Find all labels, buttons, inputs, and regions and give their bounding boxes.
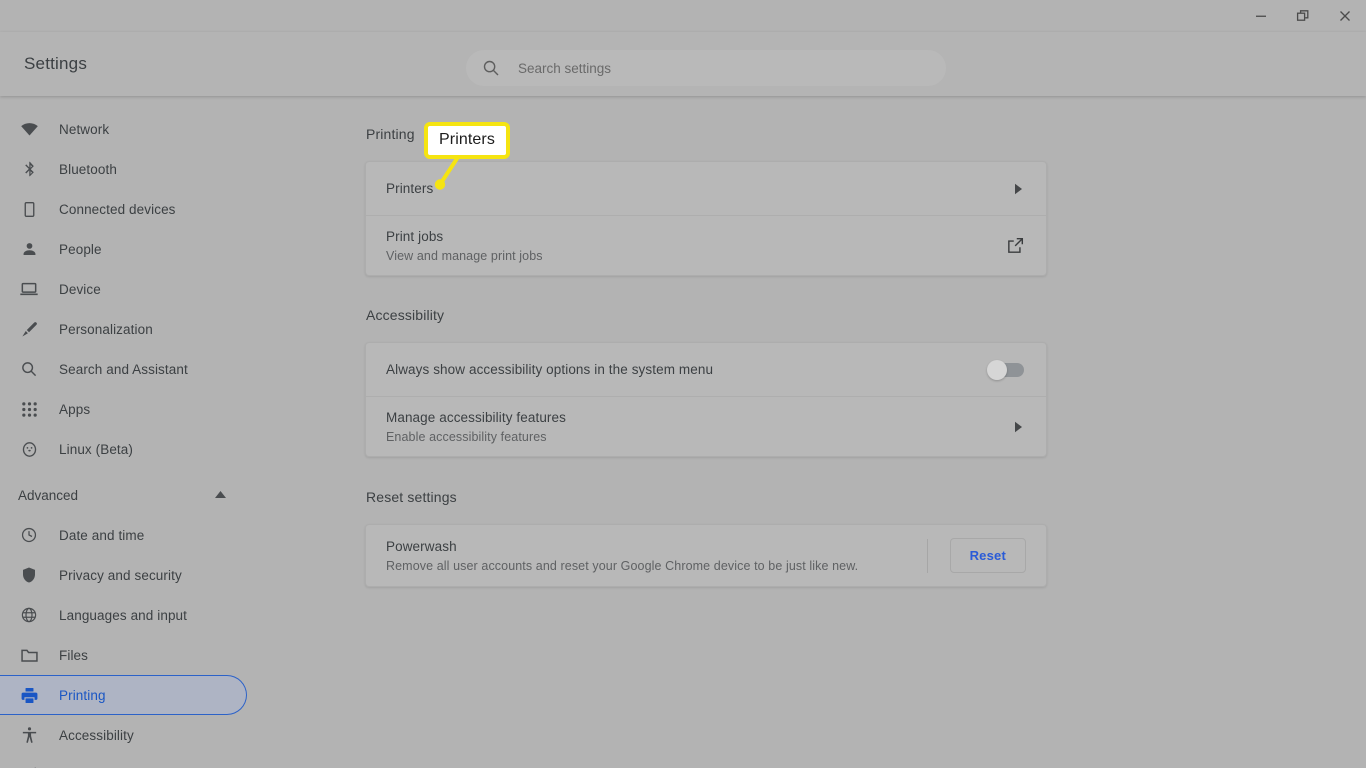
sidebar-item-label: Bluetooth	[59, 161, 117, 177]
folder-icon	[18, 644, 40, 666]
row-subtitle: Remove all user accounts and reset your …	[386, 558, 859, 573]
sidebar-item-label: Accessibility	[59, 727, 134, 743]
sidebar-item-label: Files	[59, 647, 89, 663]
sidebar-item-files[interactable]: Files	[0, 635, 300, 675]
maximize-icon[interactable]	[1282, 0, 1324, 32]
search-input[interactable]	[518, 60, 898, 76]
sidebar-item-privacy-and-security[interactable]: Privacy and security	[0, 555, 300, 595]
sidebar-item-label: Languages and input	[59, 607, 188, 623]
sidebar[interactable]: Network Bluetooth Connected devices Peop…	[0, 97, 300, 768]
row-title: Manage accessibility features	[386, 409, 566, 425]
sidebar-item-date-and-time[interactable]: Date and time	[0, 515, 300, 555]
sidebar-item-bluetooth[interactable]: Bluetooth	[0, 149, 300, 189]
accessibility-icon	[18, 724, 40, 746]
sidebar-item-reset-settings[interactable]: Reset settings	[0, 755, 300, 768]
sidebar-item-network[interactable]: Network	[0, 109, 300, 149]
row-powerwash: Powerwash Remove all user accounts and r…	[366, 525, 1046, 586]
annotation-callout: Printers	[424, 122, 510, 159]
external-link-icon[interactable]	[1006, 236, 1026, 256]
phone-icon	[18, 198, 40, 220]
sidebar-item-label: Linux (Beta)	[59, 441, 133, 457]
person-icon	[18, 238, 40, 260]
globe-icon	[18, 604, 40, 626]
sidebar-item-device[interactable]: Device	[0, 269, 300, 309]
search-icon	[18, 358, 40, 380]
sidebar-item-label: People	[59, 241, 102, 257]
sidebar-item-label: Printing	[59, 687, 106, 703]
page-title: Settings	[24, 54, 88, 73]
row-text: Manage accessibility features Enable acc…	[386, 410, 1010, 444]
toggle-knob	[987, 359, 1007, 380]
chevron-right-icon	[1010, 181, 1026, 197]
chevron-right-icon	[1010, 419, 1026, 435]
search-icon	[482, 59, 500, 77]
sidebar-item-personalization[interactable]: Personalization	[0, 309, 300, 349]
sidebar-advanced-toggle[interactable]: Advanced	[0, 475, 300, 515]
settings-window: Settings Network Bluetooth	[0, 0, 1366, 768]
main-content: Printing Printers Print jobs View and ma…	[300, 97, 1366, 768]
wifi-icon	[18, 118, 40, 140]
sidebar-item-label: Connected devices	[59, 201, 176, 217]
sidebar-item-people[interactable]: People	[0, 229, 300, 269]
sidebar-item-apps[interactable]: Apps	[0, 389, 300, 429]
sidebar-item-label: Apps	[59, 401, 91, 417]
chevron-up-icon	[200, 491, 240, 499]
row-subtitle: Enable accessibility features	[386, 429, 547, 444]
annotation-callout-label: Printers	[439, 131, 495, 148]
accessibility-options-toggle[interactable]	[987, 359, 1024, 380]
sidebar-item-label: Personalization	[59, 321, 153, 337]
row-print-jobs[interactable]: Print jobs View and manage print jobs	[366, 215, 1046, 275]
reset-settings-card: Powerwash Remove all user accounts and r…	[365, 524, 1047, 587]
callout-leader-line	[434, 155, 460, 190]
penguin-icon	[18, 438, 40, 460]
search-box[interactable]	[466, 50, 946, 86]
sidebar-item-label: Device	[59, 281, 101, 297]
shield-icon	[18, 564, 40, 586]
section-title-accessibility: Accessibility	[366, 307, 445, 323]
row-title: Powerwash	[386, 538, 457, 554]
sidebar-item-label: Date and time	[59, 527, 145, 543]
sidebar-advanced-label: Advanced	[18, 487, 79, 503]
reset-icon	[18, 764, 40, 768]
row-text: Powerwash Remove all user accounts and r…	[386, 539, 927, 573]
sidebar-item-accessibility[interactable]: Accessibility	[0, 715, 300, 755]
row-manage-accessibility-features[interactable]: Manage accessibility features Enable acc…	[366, 396, 1046, 456]
sidebar-item-search-and-assistant[interactable]: Search and Assistant	[0, 349, 300, 389]
laptop-icon	[18, 278, 40, 300]
minimize-icon[interactable]	[1240, 0, 1282, 32]
printer-icon	[18, 684, 40, 706]
close-icon[interactable]	[1324, 0, 1366, 32]
row-text: Print jobs View and manage print jobs	[386, 229, 1006, 263]
window-titlebar	[0, 0, 1366, 32]
accessibility-card: Always show accessibility options in the…	[365, 342, 1047, 457]
sidebar-item-connected-devices[interactable]: Connected devices	[0, 189, 300, 229]
sidebar-item-languages-and-input[interactable]: Languages and input	[0, 595, 300, 635]
sidebar-item-linux-beta[interactable]: Linux (Beta)	[0, 429, 300, 469]
sidebar-item-label: Network	[59, 121, 110, 137]
bluetooth-icon	[18, 158, 40, 180]
brush-icon	[18, 318, 40, 340]
row-title: Always show accessibility options in the…	[386, 362, 714, 377]
row-text: Always show accessibility options in the…	[386, 362, 990, 377]
sidebar-item-label: Privacy and security	[59, 567, 182, 583]
clock-icon	[18, 524, 40, 546]
row-subtitle: View and manage print jobs	[386, 248, 543, 263]
section-title-reset-settings: Reset settings	[366, 489, 457, 505]
reset-button[interactable]: Reset	[949, 538, 1026, 573]
sidebar-item-label: Search and Assistant	[59, 361, 188, 377]
apps-grid-icon	[18, 398, 40, 420]
row-always-show-accessibility[interactable]: Always show accessibility options in the…	[366, 343, 1046, 396]
row-title: Print jobs	[386, 228, 444, 244]
section-title-printing: Printing	[366, 126, 415, 142]
sidebar-item-printing[interactable]: Printing	[0, 675, 247, 715]
vertical-divider	[926, 538, 928, 573]
